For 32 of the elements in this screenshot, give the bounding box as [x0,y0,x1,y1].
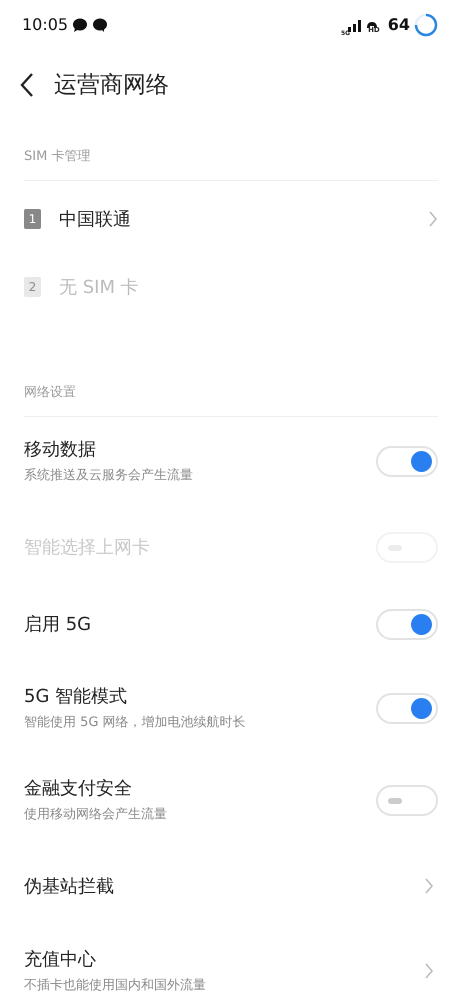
toggle-switch[interactable] [376,692,438,724]
back-icon[interactable] [20,72,34,98]
sim-slot-icon: 1 [24,209,41,229]
setting-description: 系统推送及云服务会产生流量 [24,467,194,486]
section-header: SIM 卡管理 [23,148,92,166]
toggle-switch[interactable] [376,446,438,476]
battery-level: 64 [388,14,410,36]
setting-description: 使用移动网络会产生流量 [24,806,168,824]
setting-title: 5G 智能模式 [24,685,128,710]
clock-time: 10:05 [22,14,68,36]
chat-bubble-icon [72,18,88,32]
sim-slot-icon: 2 [24,277,41,297]
chevron-right-icon [424,877,434,895]
section-header: 网络设置 [23,384,77,402]
page-title: 运营商网络 [54,70,169,100]
setting-title: 金融支付安全 [24,777,133,802]
toggle-switch[interactable] [376,608,438,640]
setting-title: 启用 5G [24,612,92,636]
sim-card-label: 无 SIM 卡 [59,276,139,300]
sim-card-row[interactable]: 1 中国联通 [0,185,462,253]
setting-description: 不插卡也能使用国内和国外流量 [24,977,207,996]
signal-icon [348,18,362,32]
setting-description: 智能使用 5G 网络，增加电池续航时长 [24,714,247,732]
sim-card-label: 中国联通 [59,208,131,232]
chat-bubble-icon [92,18,108,32]
setting-title: 伪基站拦截 [24,874,115,898]
chevron-right-icon [428,210,438,228]
battery-ring-icon [414,13,438,37]
toggle-switch[interactable] [376,784,438,816]
setting-title: 充值中心 [24,948,97,972]
setting-title: 移动数据 [24,438,97,462]
chevron-right-icon [424,962,434,980]
